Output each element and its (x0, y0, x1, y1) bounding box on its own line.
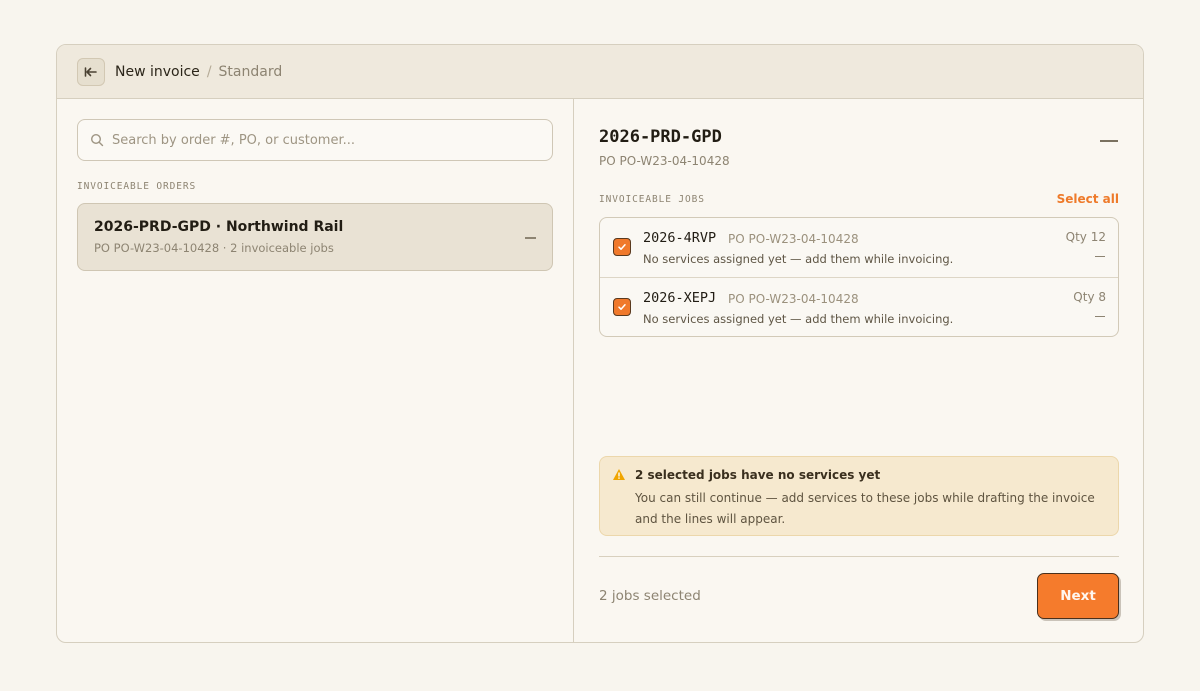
selection-status: 2 jobs selected (599, 588, 701, 604)
breadcrumb: New invoice / Standard (115, 64, 282, 80)
order-detail-title: 2026-PRD-GPD (599, 127, 722, 147)
job-row[interactable]: 2026-4RVP PO PO-W23-04-10428 No services… (600, 218, 1118, 277)
job-po: PO PO-W23-04-10428 (728, 232, 859, 246)
arrow-left-icon (84, 66, 97, 77)
job-checkbox[interactable] (613, 238, 631, 256)
job-dash-icon (1095, 256, 1105, 258)
search-icon (90, 133, 104, 147)
jobs-section-label: INVOICEABLE JOBS (599, 193, 705, 205)
checkmark-icon (618, 304, 626, 310)
job-checkbox[interactable] (613, 298, 631, 316)
warning-body: You can still continue — add services to… (635, 491, 1095, 526)
order-meta: PO PO-W23-04-10428 · 2 invoiceable jobs (94, 241, 334, 255)
top-bar: New invoice / Standard (57, 45, 1143, 99)
order-card[interactable]: 2026-PRD-GPD · Northwind Rail PO PO-W23-… (77, 203, 553, 271)
breadcrumb-subtitle: Standard (218, 63, 283, 80)
select-all-link[interactable]: Select all (1057, 192, 1119, 206)
orders-panel: INVOICEABLE ORDERS 2026-PRD-GPD · Northw… (57, 99, 574, 642)
job-qty: Qty 8 (1073, 290, 1106, 304)
warning-title: 2 selected jobs have no services yet (635, 468, 881, 482)
order-title: 2026-PRD-GPD · Northwind Rail (94, 219, 344, 235)
jobs-header: INVOICEABLE JOBS Select all (599, 192, 1119, 206)
job-note: No services assigned yet — add them whil… (643, 252, 954, 266)
breadcrumb-current: New invoice (115, 63, 200, 80)
checkmark-icon (618, 244, 626, 250)
job-dash-icon (1095, 316, 1105, 318)
warning-triangle-icon (613, 469, 625, 480)
search-box[interactable] (77, 119, 553, 161)
order-collapse-icon[interactable] (525, 237, 536, 239)
job-row[interactable]: 2026-XEPJ PO PO-W23-04-10428 No services… (600, 277, 1118, 336)
back-button[interactable] (77, 57, 105, 86)
footer-divider (599, 556, 1119, 557)
orders-section-label: INVOICEABLE ORDERS (77, 181, 197, 192)
job-qty: Qty 12 (1065, 230, 1106, 244)
job-id: 2026-XEPJ (643, 290, 717, 306)
order-detail-po: PO PO-W23-04-10428 (599, 154, 730, 168)
next-button[interactable]: Next (1037, 573, 1119, 619)
job-note: No services assigned yet — add them whil… (643, 312, 954, 326)
warning-banner: 2 selected jobs have no services yet You… (599, 456, 1119, 536)
order-detail-panel: 2026-PRD-GPD PO PO-W23-04-10428 INVOICEA… (575, 99, 1143, 642)
collapse-icon[interactable] (1100, 140, 1118, 142)
search-input[interactable] (112, 132, 512, 148)
jobs-list: 2026-4RVP PO PO-W23-04-10428 No services… (599, 217, 1119, 337)
invoice-window: New invoice / Standard INVOICEABLE ORDER… (56, 44, 1144, 643)
job-id: 2026-4RVP (643, 230, 717, 246)
breadcrumb-separator: / (206, 63, 212, 80)
job-po: PO PO-W23-04-10428 (728, 292, 859, 306)
